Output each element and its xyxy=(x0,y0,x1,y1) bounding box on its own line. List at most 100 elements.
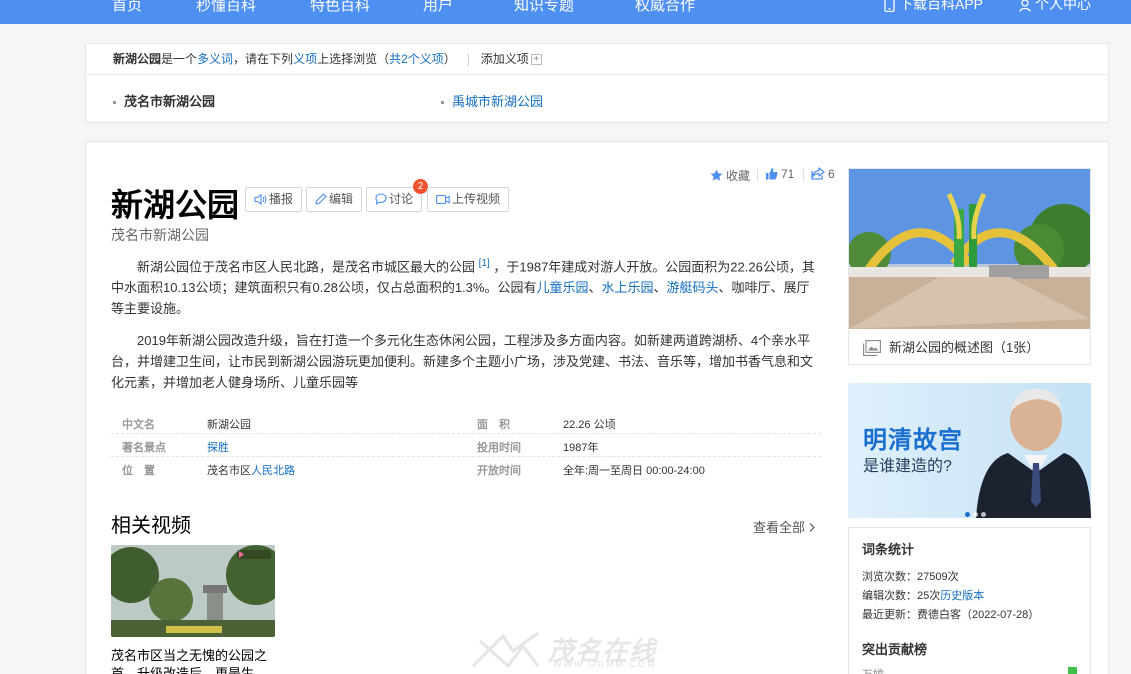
info-value: 1987年 xyxy=(563,442,599,454)
summary-picture-label: 新湖公园的概述图（1张） xyxy=(889,340,1040,355)
park-scene-image xyxy=(111,545,275,637)
sense-link[interactable]: 义项 xyxy=(293,52,317,66)
carousel-dots xyxy=(965,504,989,518)
edits-label: 编辑次数： xyxy=(862,590,917,602)
download-app-link[interactable]: 下载百科APP xyxy=(884,0,983,14)
edits-row: 编辑次数：25次历史版本 xyxy=(862,587,984,603)
user-center-label: 个人中心 xyxy=(1035,0,1091,12)
basic-info-table: 中文名 新湖公园 面 积 22.26 公顷 著名景点 探胜 投用时间 1987年… xyxy=(111,411,821,480)
share-count: 6 xyxy=(828,167,835,181)
sense-label-other[interactable]: 禹城市新湖公园 xyxy=(452,94,543,109)
edit-button[interactable]: 编辑 xyxy=(306,187,363,212)
basic-info-row: 著名景点 探胜 投用时间 1987年 xyxy=(111,434,821,457)
info-key: 中文名 xyxy=(122,419,155,431)
nav-miaodong[interactable]: 秒懂百科 xyxy=(196,0,256,15)
link-children-park[interactable]: 儿童乐园 xyxy=(536,280,588,295)
upload-video-button[interactable]: 上传视频 xyxy=(427,187,510,212)
user-center-link[interactable]: 个人中心 xyxy=(1019,0,1091,14)
info-link-renmin-road[interactable]: 人民北路 xyxy=(251,465,295,477)
updated-by[interactable]: 费德白客 xyxy=(917,609,961,621)
views-label: 浏览次数： xyxy=(862,571,917,583)
link-yacht-pier[interactable]: 游艇码头 xyxy=(667,280,719,295)
bullet xyxy=(113,101,116,105)
carousel-dot[interactable] xyxy=(973,512,978,517)
like-button[interactable]: 71 xyxy=(765,167,794,181)
updated-date: （2022-07-28） xyxy=(961,609,1040,621)
summary-paragraph-1: 新湖公园位于茂名市区人民北路，是茂名市城区最大的公园 [1] ，于1987年建成… xyxy=(111,253,816,319)
info-key: 投用时间 xyxy=(477,442,521,454)
polysemy-text-4: ） xyxy=(443,52,456,66)
info-link-tansheng[interactable]: 探胜 xyxy=(207,442,229,454)
star-icon xyxy=(710,169,723,181)
play-audio-label: 播报 xyxy=(269,192,294,206)
gallery-icon xyxy=(863,340,881,356)
sense-label-current: 茂名市新湖公园 xyxy=(124,94,216,109)
discuss-count-badge: 2 xyxy=(413,179,428,194)
reference-link[interactable]: [1] xyxy=(479,258,490,269)
watermark-url: WWW.GDMM.COM xyxy=(553,659,657,669)
info-value-text: 茂名市区 xyxy=(207,465,251,477)
level-badge xyxy=(1068,667,1077,674)
link-water-park[interactable]: 水上乐园 xyxy=(602,280,654,295)
views-count: 27509次 xyxy=(917,571,959,583)
entry-title: 新湖公园 xyxy=(111,186,240,224)
updated-row: 最近更新：费德白客（2022-07-28） xyxy=(862,606,1039,622)
download-app-label: 下载百科APP xyxy=(899,0,984,12)
discuss-label: 讨论 xyxy=(389,192,414,206)
carousel-dot[interactable] xyxy=(965,512,970,517)
info-value: 全年:周一至周日 00:00-24:00 xyxy=(563,465,705,477)
contributor-name[interactable]: 万婷 xyxy=(862,666,884,674)
ad-subline: 是谁建造的? xyxy=(863,458,952,475)
info-key: 著名景点 xyxy=(122,442,166,454)
top-nav: 首页 秒懂百科 特色百科 用户 知识专题 权威合作 下载百科APP 个人中心 xyxy=(0,0,1131,24)
video-camera-icon xyxy=(436,195,450,204)
upload-video-label: 上传视频 xyxy=(452,192,501,206)
carousel-dot[interactable] xyxy=(981,512,986,517)
views-row: 浏览次数：27509次 xyxy=(862,568,959,584)
sense-item-other[interactable]: 禹城市新湖公园 xyxy=(441,91,543,110)
edit-label: 编辑 xyxy=(329,192,354,206)
sense-count-link[interactable]: 共2个义项 xyxy=(389,52,444,66)
nav-topics[interactable]: 知识专题 xyxy=(514,0,574,15)
history-versions-link[interactable]: 历史版本 xyxy=(940,590,984,602)
park-gate-photo xyxy=(849,169,1090,329)
entry-stats-card: 词条统计 浏览次数：27509次 编辑次数：25次历史版本 最近更新：费德白客（… xyxy=(848,527,1091,674)
info-value: 探胜 xyxy=(207,439,229,455)
ad-banner[interactable]: 明清故宫 是谁建造的? xyxy=(848,383,1091,518)
polysemy-text-3: 上选择浏览（ xyxy=(317,52,390,66)
separator-text: 、 xyxy=(588,280,602,296)
share-icon xyxy=(811,167,825,180)
stats-title: 词条统计 xyxy=(862,542,915,557)
polysemy-box: 新湖公园是一个多义词，请在下列义项上选择浏览（共2个义项） 添加义项 + 茂名市新湖… xyxy=(85,43,1109,123)
polysemy-text-2: ，请在下列 xyxy=(233,52,294,66)
info-key: 开放时间 xyxy=(477,465,521,477)
separator-text: 、 xyxy=(653,280,667,296)
info-value: 新湖公园 xyxy=(207,419,251,431)
favorite-button[interactable]: 收藏 xyxy=(710,167,750,184)
edits-count: 25次 xyxy=(917,590,941,602)
info-key: 面 积 xyxy=(477,419,510,431)
see-all-label: 查看全部 xyxy=(753,520,806,535)
ad-headline: 明清故宫 xyxy=(863,427,963,454)
nav-user[interactable]: 用户 xyxy=(423,0,453,15)
polysemy-header: 新湖公园是一个多义词，请在下列义项上选择浏览（共2个义项） 添加义项 + xyxy=(86,44,1108,75)
polysemy-text-1: 是一个 xyxy=(161,52,198,66)
nav-partners[interactable]: 权威合作 xyxy=(635,0,695,15)
share-button[interactable]: 6 xyxy=(811,167,835,181)
summary-picture-card[interactable]: 新湖公园的概述图（1张） xyxy=(848,168,1091,365)
chevron-right-icon xyxy=(809,523,815,532)
add-sense-label: 添加义项 xyxy=(480,52,529,66)
nav-home[interactable]: 首页 xyxy=(112,0,142,15)
nav-featured[interactable]: 特色百科 xyxy=(310,0,370,15)
add-sense-button[interactable]: 添加义项 + xyxy=(481,52,542,66)
video-caption[interactable]: 茂名市区当之无愧的公园之首，升级改造后，更是生 xyxy=(111,647,271,674)
video-thumbnail[interactable] xyxy=(111,545,275,637)
presenter-portrait xyxy=(976,388,1091,518)
divider xyxy=(803,169,804,181)
like-count: 71 xyxy=(781,167,795,181)
info-key: 位 置 xyxy=(122,465,155,477)
polysemy-link[interactable]: 多义词 xyxy=(197,52,233,66)
play-audio-button[interactable]: 播报 xyxy=(245,187,303,212)
favorite-label: 收藏 xyxy=(726,169,751,183)
see-all-link[interactable]: 查看全部 xyxy=(753,517,815,536)
